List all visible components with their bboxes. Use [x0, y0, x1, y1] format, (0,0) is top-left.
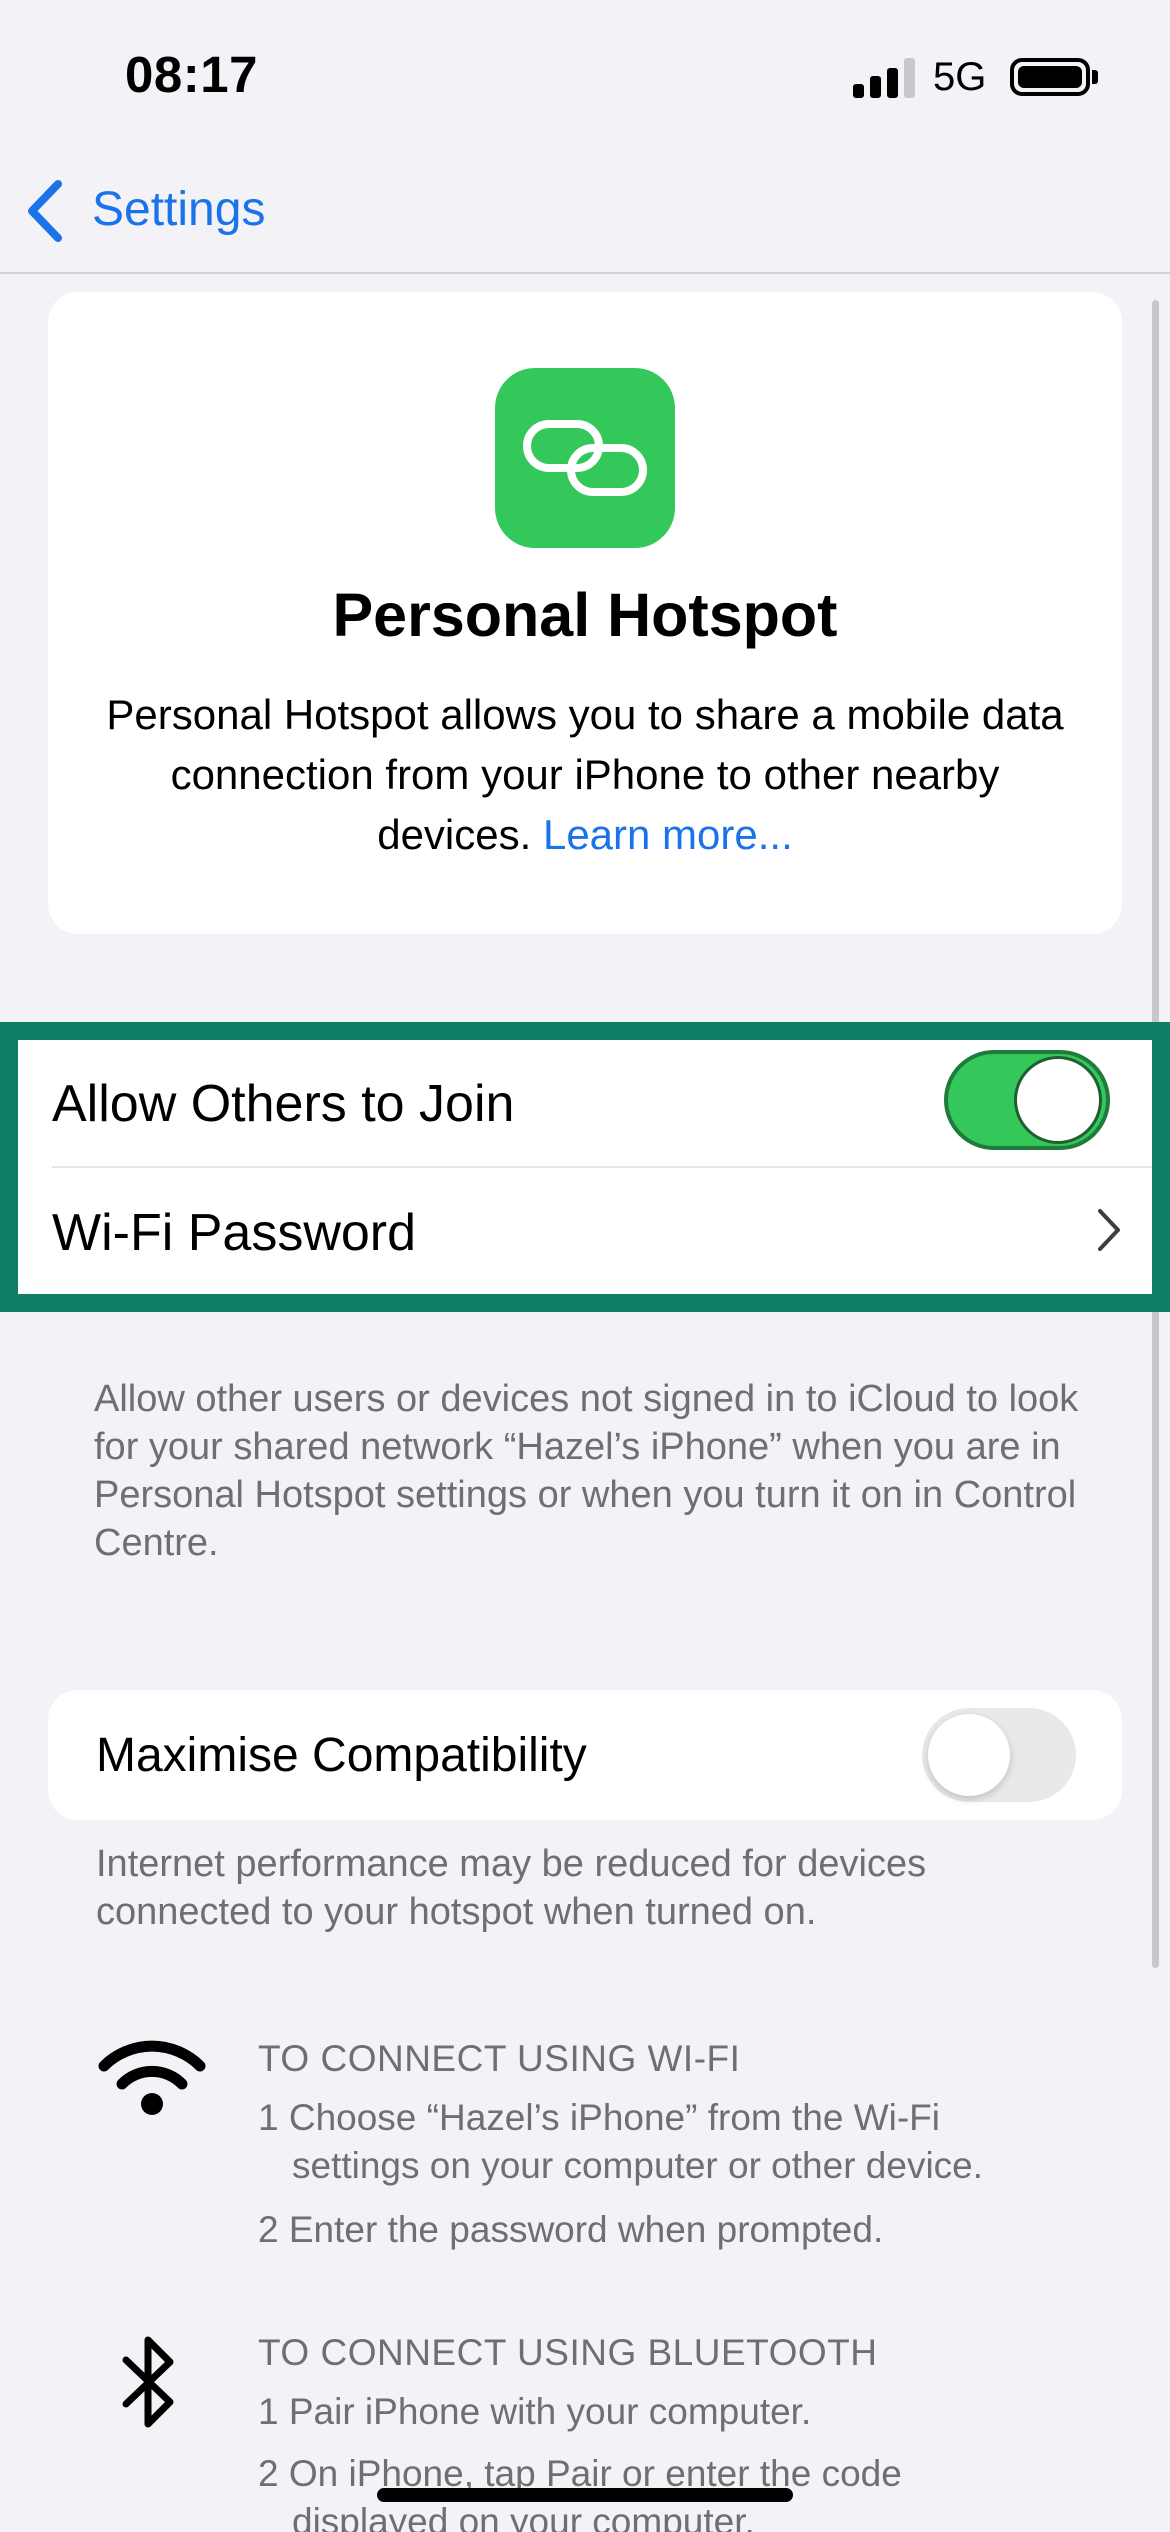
allow-others-label: Allow Others to Join — [52, 1075, 515, 1133]
chevron-right-icon — [1098, 1209, 1120, 1251]
back-button[interactable]: Settings — [92, 182, 265, 237]
battery-icon — [1010, 58, 1090, 96]
allow-others-footnote: Allow other users or devices not signed … — [94, 1378, 1079, 1564]
wifi-step-1-continued: settings on your computer or other devic… — [292, 2145, 984, 2186]
bluetooth-step-2-continued: displayed on your computer. — [292, 2501, 755, 2532]
learn-more-link[interactable]: Learn more... — [543, 811, 793, 858]
wifi-step-1-text: 1 Choose “Hazel’s iPhone” from the Wi-Fi — [258, 2097, 941, 2138]
battery-nub — [1092, 70, 1098, 84]
status-bar: 08:17 5G — [0, 0, 1170, 150]
hotspot-header-card: Personal Hotspot Personal Hotspot allows… — [48, 292, 1122, 934]
bluetooth-icon — [122, 2336, 174, 2428]
home-indicator[interactable] — [377, 2488, 793, 2502]
network-type: 5G — [933, 55, 987, 99]
maximise-compatibility-footnote: Internet performance may be reduced for … — [96, 1843, 927, 1933]
hotspot-description: Personal Hotspot allows you to share a m… — [88, 685, 1082, 865]
page-title: Personal Hotspot — [332, 581, 838, 649]
personal-hotspot-screen: 08:17 5G Settings Personal Hotspot Perso… — [0, 0, 1170, 2532]
link-icon — [523, 420, 647, 496]
wifi-password-row[interactable]: Wi-Fi Password — [18, 1167, 1152, 1294]
wifi-icon — [98, 2040, 206, 2115]
wifi-step-1: 1 Choose “Hazel’s iPhone” from the Wi-Fi… — [258, 2094, 983, 2190]
personal-hotspot-app-icon — [495, 368, 675, 548]
navigation-bar: Settings — [0, 150, 1170, 274]
maximise-compatibility-label: Maximise Compatibility — [96, 1729, 587, 1782]
bluetooth-instructions-heading: TO CONNECT USING BLUETOOTH — [258, 2332, 878, 2373]
maximise-compatibility-card: Maximise Compatibility — [48, 1690, 1122, 1820]
wifi-step-2: 2 Enter the password when prompted. — [258, 2209, 884, 2250]
maximise-compatibility-toggle[interactable] — [922, 1708, 1076, 1802]
allow-others-row[interactable]: Allow Others to Join — [18, 1040, 1152, 1168]
toggle-knob — [1014, 1056, 1102, 1144]
cellular-signal-icon — [853, 58, 915, 98]
wifi-password-label: Wi-Fi Password — [52, 1204, 417, 1262]
allow-others-toggle[interactable] — [944, 1050, 1110, 1150]
wifi-instructions-heading: TO CONNECT USING WI-FI — [258, 2038, 741, 2079]
status-time: 08:17 — [125, 46, 258, 103]
chevron-left-icon[interactable] — [22, 178, 72, 244]
toggle-knob — [928, 1714, 1010, 1796]
hotspot-settings-group: Allow Others to Join Wi-Fi Password — [18, 1040, 1152, 1294]
bluetooth-step-1: 1 Pair iPhone with your computer. — [258, 2391, 812, 2432]
